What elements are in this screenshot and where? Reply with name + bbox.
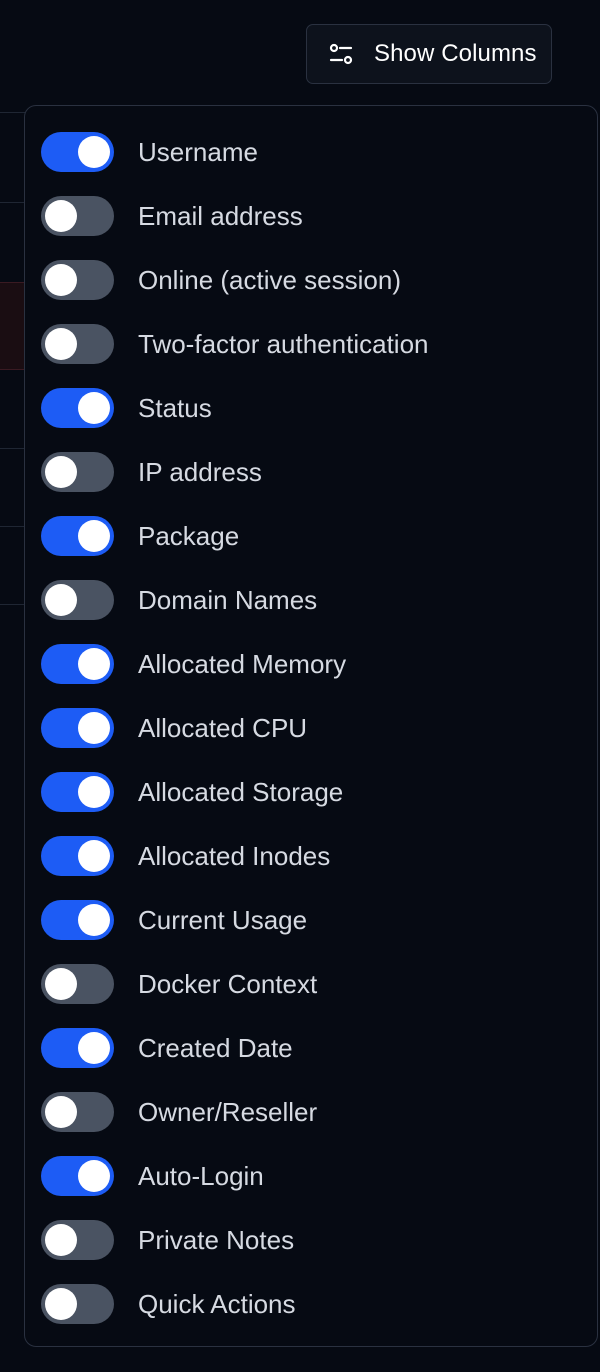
column-toggle-label: Status xyxy=(138,392,212,423)
column-toggle-label: Online (active session) xyxy=(138,264,401,295)
column-toggle-label: Two-factor authentication xyxy=(138,328,429,359)
column-toggle-item[interactable]: Allocated CPU xyxy=(25,696,597,760)
toggle-knob xyxy=(78,776,110,808)
column-toggle-item[interactable]: Email address xyxy=(25,184,597,248)
toggle-knob xyxy=(78,840,110,872)
toggle-knob xyxy=(45,200,77,232)
column-toggle-item[interactable]: Current Usage xyxy=(25,888,597,952)
column-toggle-list: Username Email address Online (active sess… xyxy=(25,120,597,1336)
column-toggle-label: Allocated CPU xyxy=(138,712,308,743)
column-toggle-item[interactable]: Allocated Inodes xyxy=(25,824,597,888)
column-toggle-label: Email address xyxy=(138,200,303,231)
sliders-icon xyxy=(327,40,355,68)
column-toggle-item[interactable]: Auto-Login xyxy=(25,1144,597,1208)
column-toggle-switch[interactable] xyxy=(41,1092,114,1132)
column-toggle-label: Owner/Reseller xyxy=(138,1096,318,1127)
column-toggle-label: Username xyxy=(138,136,258,167)
column-toggle-label: Created Date xyxy=(138,1032,293,1063)
column-toggle-label: Auto-Login xyxy=(138,1160,264,1191)
column-toggle-switch[interactable] xyxy=(41,1284,114,1324)
column-toggle-switch[interactable] xyxy=(41,708,114,748)
column-toggle-item[interactable]: Domain Names xyxy=(25,568,597,632)
toggle-knob xyxy=(45,1096,77,1128)
column-toggle-item[interactable]: Owner/Reseller xyxy=(25,1080,597,1144)
column-toggle-item[interactable]: Package xyxy=(25,504,597,568)
column-toggle-switch[interactable] xyxy=(41,452,114,492)
column-toggle-switch[interactable] xyxy=(41,388,114,428)
show-columns-label: Show Columns xyxy=(374,40,537,67)
toggle-knob xyxy=(78,1160,110,1192)
column-toggle-label: Package xyxy=(138,520,240,551)
column-toggle-label: Allocated Storage xyxy=(138,776,344,807)
column-toggle-item[interactable]: Username xyxy=(25,120,597,184)
column-toggle-label: Domain Names xyxy=(138,584,318,615)
toggle-knob xyxy=(45,1224,77,1256)
column-toggle-switch[interactable] xyxy=(41,132,114,172)
column-toggle-switch[interactable] xyxy=(41,516,114,556)
column-toggle-item[interactable]: Docker Context xyxy=(25,952,597,1016)
column-toggle-switch[interactable] xyxy=(41,964,114,1004)
column-toggle-switch[interactable] xyxy=(41,580,114,620)
column-toggle-label: Quick Actions xyxy=(138,1288,296,1319)
column-toggle-switch[interactable] xyxy=(41,900,114,940)
column-toggle-item[interactable]: Allocated Memory xyxy=(25,632,597,696)
column-toggle-label: Allocated Memory xyxy=(138,648,347,679)
column-toggle-label: Docker Context xyxy=(138,968,318,999)
toggle-knob xyxy=(78,136,110,168)
column-toggle-switch[interactable] xyxy=(41,324,114,364)
toggle-knob xyxy=(45,968,77,1000)
column-toggle-item[interactable]: Status xyxy=(25,376,597,440)
column-toggle-switch[interactable] xyxy=(41,1156,114,1196)
column-toggle-switch[interactable] xyxy=(41,1028,114,1068)
toggle-knob xyxy=(45,456,77,488)
column-toggle-label: Current Usage xyxy=(138,904,308,935)
toggle-knob xyxy=(45,328,77,360)
column-toggle-item[interactable]: Created Date xyxy=(25,1016,597,1080)
column-toggle-item[interactable]: Two-factor authentication xyxy=(25,312,597,376)
column-toggle-switch[interactable] xyxy=(41,1220,114,1260)
toggle-knob xyxy=(45,584,77,616)
column-toggle-item[interactable]: Online (active session) xyxy=(25,248,597,312)
toggle-knob xyxy=(78,648,110,680)
column-toggle-label: IP address xyxy=(138,456,262,487)
column-toggle-switch[interactable] xyxy=(41,772,114,812)
column-toggle-switch[interactable] xyxy=(41,836,114,876)
column-toggle-label: Allocated Inodes xyxy=(138,840,331,871)
column-toggle-menu: Username Email address Online (active sess… xyxy=(24,105,598,1347)
show-columns-button[interactable]: Show Columns xyxy=(306,24,552,84)
toggle-knob xyxy=(78,904,110,936)
column-toggle-item[interactable]: Private Notes xyxy=(25,1208,597,1272)
toggle-knob xyxy=(78,392,110,424)
toggle-knob xyxy=(78,1032,110,1064)
column-toggle-switch[interactable] xyxy=(41,196,114,236)
toggle-knob xyxy=(45,1288,77,1320)
column-toggle-item[interactable]: Allocated Storage xyxy=(25,760,597,824)
column-toggle-item[interactable]: IP address xyxy=(25,440,597,504)
column-toggle-switch[interactable] xyxy=(41,260,114,300)
column-toggle-switch[interactable] xyxy=(41,644,114,684)
column-toggle-label: Private Notes xyxy=(138,1224,295,1255)
column-toggle-item[interactable]: Quick Actions xyxy=(25,1272,597,1336)
toggle-knob xyxy=(78,520,110,552)
toggle-knob xyxy=(78,712,110,744)
toggle-knob xyxy=(45,264,77,296)
